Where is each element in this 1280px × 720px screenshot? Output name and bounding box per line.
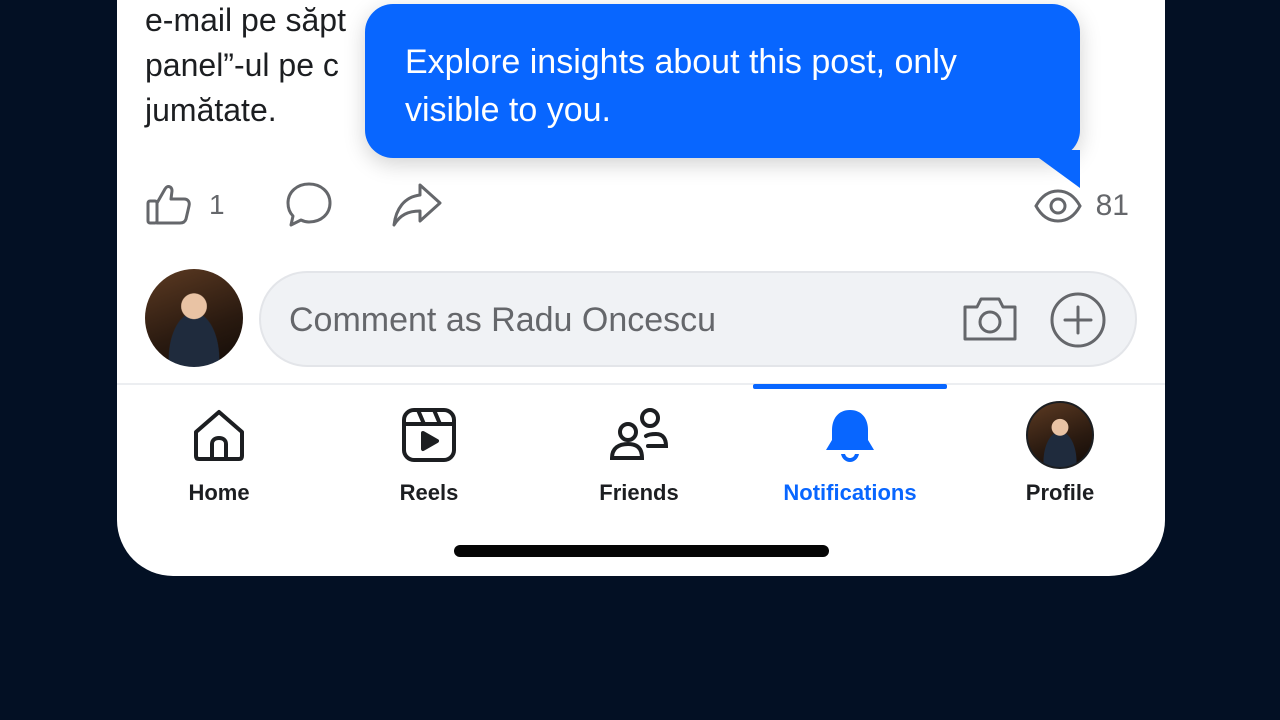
nav-label: Home	[188, 480, 250, 505]
tooltip-line: Explore insights about this post, only	[405, 43, 957, 81]
comment-composer	[145, 269, 1137, 367]
comment-bubble-icon	[286, 182, 332, 227]
home-icon	[194, 410, 244, 461]
active-tab-indicator	[753, 384, 947, 389]
nav-reels[interactable]: Reels	[324, 400, 534, 506]
comment-input[interactable]	[289, 291, 929, 349]
nav-label: Friends	[599, 480, 679, 505]
post-views[interactable]: 81	[1033, 189, 1129, 223]
app-screen: e-mail pe săpt panel”-ul pe c jumătate. …	[117, 0, 1165, 576]
add-attachment-icon[interactable]	[1049, 291, 1107, 349]
bell-icon	[826, 410, 874, 462]
reels-icon	[402, 408, 456, 462]
bottom-navigation: Home Reels Friends Notifications Profile	[117, 400, 1165, 510]
camera-icon[interactable]	[961, 293, 1019, 345]
comment-input-container[interactable]	[259, 271, 1137, 367]
nav-label: Profile	[1025, 480, 1095, 505]
home-indicator[interactable]	[454, 545, 829, 557]
like-button[interactable]: 1	[145, 181, 225, 229]
like-count: 1	[209, 189, 225, 220]
insights-tooltip[interactable]: Explore insights about this post, only v…	[365, 4, 1080, 158]
nav-profile[interactable]: Profile	[955, 400, 1165, 506]
comment-button[interactable]	[283, 179, 335, 231]
eye-icon	[1033, 189, 1082, 223]
share-button[interactable]	[390, 179, 444, 231]
nav-label: Notifications	[783, 480, 917, 505]
tooltip-line: visible to you.	[405, 91, 611, 129]
nav-divider	[117, 383, 1165, 385]
views-count: 81	[1095, 189, 1129, 222]
share-arrow-icon	[392, 183, 442, 227]
avatar	[145, 269, 243, 367]
friends-icon	[609, 408, 669, 460]
nav-home[interactable]: Home	[117, 400, 324, 506]
nav-label: Reels	[399, 480, 459, 505]
thumbs-up-icon	[146, 185, 191, 225]
profile-avatar	[1026, 401, 1094, 469]
nav-notifications[interactable]: Notifications	[745, 400, 955, 506]
nav-friends[interactable]: Friends	[534, 400, 744, 506]
post-actions: 1 81	[117, 175, 1165, 235]
